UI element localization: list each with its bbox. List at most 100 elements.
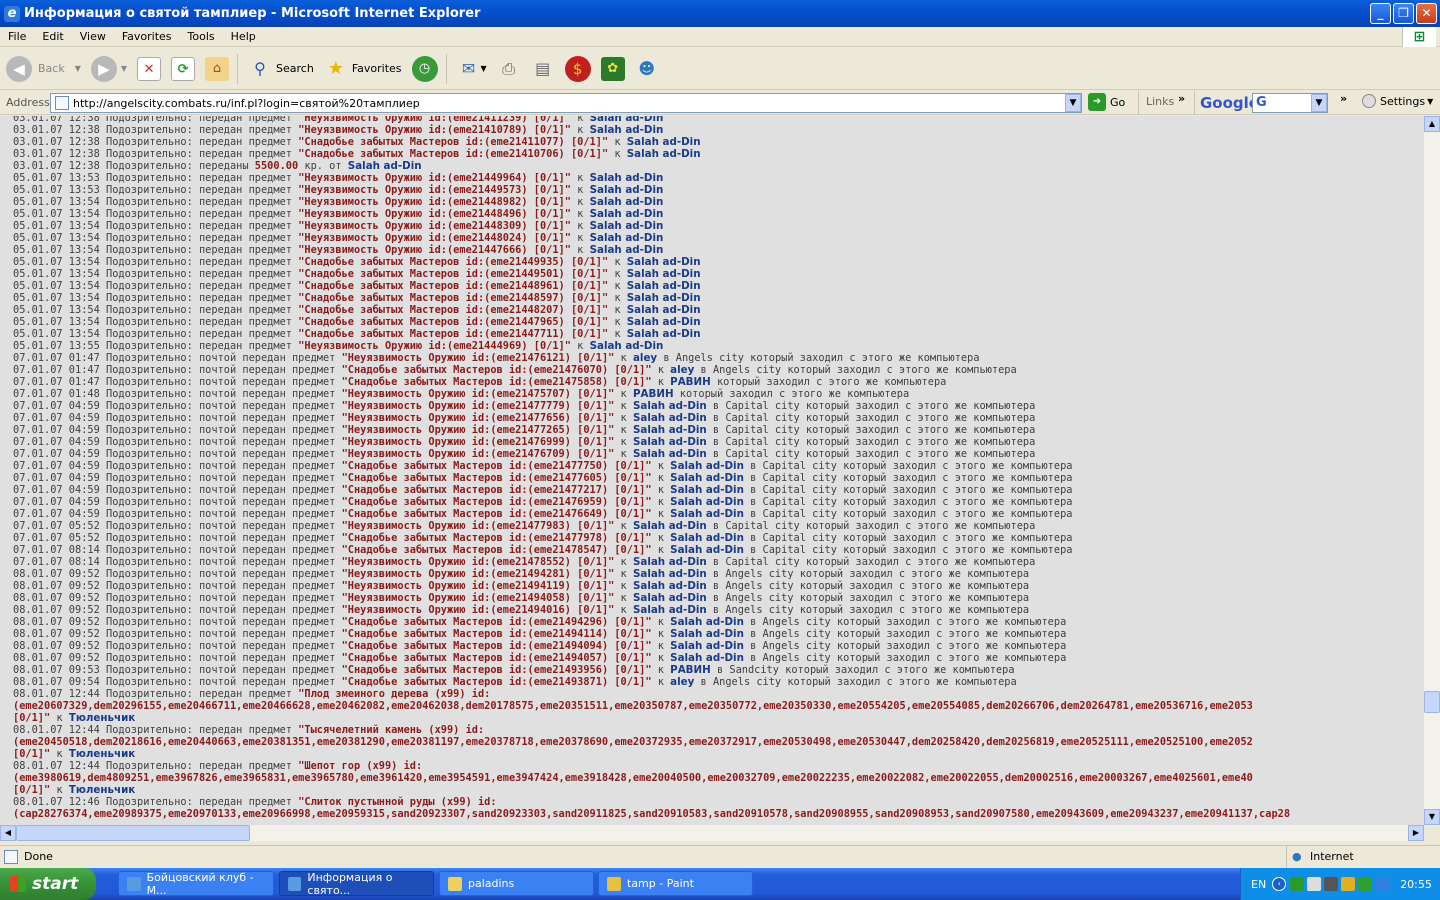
log-recipient-link[interactable]: Salah ad-Din bbox=[627, 280, 701, 292]
log-recipient-link[interactable]: Salah ad-Din bbox=[590, 232, 664, 244]
vertical-scrollbar[interactable]: ▲ ▼ bbox=[1424, 116, 1440, 825]
menu-view[interactable]: View bbox=[72, 27, 114, 47]
menu-file[interactable]: File bbox=[0, 27, 34, 47]
log-recipient-link[interactable]: Salah ad-Din bbox=[633, 436, 707, 448]
log-recipient-link[interactable]: Salah ad-Din bbox=[670, 508, 744, 520]
scroll-right-button[interactable]: ▶ bbox=[1408, 825, 1424, 841]
menu-edit[interactable]: Edit bbox=[34, 27, 71, 47]
address-dropdown-button[interactable]: ▼ bbox=[1065, 94, 1081, 112]
extension-button-1[interactable]: $ bbox=[561, 51, 595, 87]
menu-favorites[interactable]: Favorites bbox=[114, 27, 180, 47]
scroll-left-button[interactable]: ◀ bbox=[0, 825, 16, 841]
tray-network-icon[interactable] bbox=[1324, 877, 1339, 891]
horizontal-scrollbar[interactable]: ◀ ▶ bbox=[0, 825, 1424, 841]
task-button-paladins[interactable]: paladins bbox=[439, 871, 594, 896]
task-button-paint[interactable]: tamp - Paint bbox=[598, 871, 753, 896]
maximize-button[interactable]: ❐ bbox=[1393, 3, 1414, 24]
edit-button[interactable]: ▤ bbox=[527, 51, 559, 87]
log-recipient-link[interactable]: Salah ad-Din bbox=[670, 628, 744, 640]
log-recipient-link[interactable]: Salah ad-Din bbox=[670, 616, 744, 628]
close-button[interactable]: ✕ bbox=[1416, 3, 1437, 24]
tray-pencil-icon[interactable] bbox=[1341, 877, 1356, 891]
tray-steam-icon[interactable] bbox=[1307, 877, 1322, 891]
links-button[interactable]: Links bbox=[1146, 95, 1174, 108]
log-recipient-link[interactable]: aley bbox=[633, 352, 657, 364]
vertical-scroll-thumb[interactable] bbox=[1424, 691, 1440, 713]
log-recipient-link[interactable]: Salah ad-Din bbox=[590, 220, 664, 232]
log-recipient-link[interactable]: aley bbox=[670, 676, 694, 688]
log-recipient-link[interactable]: Salah ad-Din bbox=[348, 160, 422, 172]
log-recipient-link[interactable]: Salah ad-Din bbox=[670, 532, 744, 544]
tray-green-icon[interactable] bbox=[1358, 877, 1373, 891]
history-button[interactable]: ◷ bbox=[408, 51, 442, 87]
menu-tools[interactable]: Tools bbox=[180, 27, 223, 47]
log-recipient-link[interactable]: aley bbox=[670, 364, 694, 376]
google-chevron-icon[interactable]: » bbox=[1340, 92, 1347, 105]
home-button[interactable]: ⌂ bbox=[201, 51, 233, 87]
log-recipient-link[interactable]: Salah ad-Din bbox=[590, 196, 664, 208]
start-button[interactable]: start bbox=[0, 868, 96, 900]
log-recipient-link[interactable]: Salah ad-Din bbox=[590, 244, 664, 256]
log-recipient-link[interactable]: Salah ad-Din bbox=[633, 568, 707, 580]
log-recipient-link[interactable]: Salah ad-Din bbox=[590, 172, 664, 184]
forward-button[interactable]: ▶ ▼ bbox=[87, 51, 131, 87]
tray-star-icon[interactable] bbox=[1375, 877, 1390, 891]
messenger-button[interactable]: ☻ bbox=[631, 51, 663, 87]
mail-button[interactable]: ✉ ▼ bbox=[453, 51, 491, 87]
tray-expand-icon[interactable]: ‹ bbox=[1272, 877, 1287, 891]
log-recipient-link[interactable]: Salah ad-Din bbox=[633, 556, 707, 568]
log-recipient-link[interactable]: Salah ad-Din bbox=[627, 328, 701, 340]
horizontal-scroll-thumb[interactable] bbox=[16, 825, 250, 841]
minimize-button[interactable]: _ bbox=[1370, 3, 1391, 24]
log-recipient-link[interactable]: Salah ad-Din bbox=[590, 116, 664, 124]
log-recipient-link[interactable]: РАВИН bbox=[670, 376, 711, 388]
log-recipient-link[interactable]: Salah ad-Din bbox=[670, 640, 744, 652]
log-recipient-link[interactable]: Salah ad-Din bbox=[590, 340, 664, 352]
log-recipient-link[interactable]: Тюленьчик bbox=[69, 748, 135, 760]
log-recipient-link[interactable]: Salah ad-Din bbox=[590, 208, 664, 220]
log-recipient-link[interactable]: Salah ad-Din bbox=[633, 520, 707, 532]
log-recipient-link[interactable]: Salah ad-Din bbox=[590, 184, 664, 196]
back-button[interactable]: ◀ Back ▼ bbox=[2, 51, 85, 87]
go-button[interactable]: ➜ Go bbox=[1088, 93, 1125, 111]
log-recipient-link[interactable]: Salah ad-Din bbox=[633, 604, 707, 616]
language-indicator[interactable]: EN bbox=[1251, 878, 1266, 891]
log-recipient-link[interactable]: РАВИН bbox=[633, 388, 674, 400]
log-recipient-link[interactable]: Salah ad-Din bbox=[670, 460, 744, 472]
log-recipient-link[interactable]: Salah ad-Din bbox=[670, 484, 744, 496]
log-recipient-link[interactable]: Salah ad-Din bbox=[633, 448, 707, 460]
refresh-button[interactable]: ⟳ bbox=[167, 51, 199, 87]
log-recipient-link[interactable]: РАВИН bbox=[670, 664, 711, 676]
tray-flower-icon[interactable] bbox=[1290, 877, 1305, 891]
settings-button[interactable]: Settings ▼ bbox=[1362, 94, 1433, 108]
task-button-info[interactable]: Информация о свято... bbox=[279, 871, 434, 897]
log-recipient-link[interactable]: Salah ad-Din bbox=[633, 412, 707, 424]
google-dropdown-button[interactable]: ▼ bbox=[1311, 94, 1327, 112]
log-recipient-link[interactable]: Тюленьчик bbox=[69, 712, 135, 724]
log-recipient-link[interactable]: Salah ad-Din bbox=[627, 256, 701, 268]
menu-help[interactable]: Help bbox=[223, 27, 264, 47]
log-recipient-link[interactable]: Salah ad-Din bbox=[590, 124, 664, 136]
extension-button-2[interactable]: ✿ bbox=[597, 51, 629, 87]
google-search-box[interactable]: G ▼ bbox=[1252, 93, 1328, 113]
log-recipient-link[interactable]: Тюленьчик bbox=[69, 784, 135, 796]
log-recipient-link[interactable]: Salah ad-Din bbox=[670, 496, 744, 508]
title-bar[interactable]: e Информация о святой тамплиер - Microso… bbox=[0, 0, 1440, 27]
log-recipient-link[interactable]: Salah ad-Din bbox=[633, 592, 707, 604]
address-input[interactable]: http://angelscity.combats.ru/inf.pl?logi… bbox=[50, 93, 1082, 113]
print-button[interactable]: ⎙ bbox=[493, 51, 525, 87]
log-recipient-link[interactable]: Salah ad-Din bbox=[633, 400, 707, 412]
links-chevron-icon[interactable]: » bbox=[1178, 92, 1185, 105]
log-recipient-link[interactable]: Salah ad-Din bbox=[633, 580, 707, 592]
scroll-up-button[interactable]: ▲ bbox=[1424, 116, 1440, 132]
search-button[interactable]: ⚲ Search bbox=[244, 51, 318, 87]
log-recipient-link[interactable]: Salah ad-Din bbox=[627, 148, 701, 160]
scroll-down-button[interactable]: ▼ bbox=[1424, 809, 1440, 825]
log-recipient-link[interactable]: Salah ad-Din bbox=[627, 316, 701, 328]
log-recipient-link[interactable]: Salah ad-Din bbox=[627, 268, 701, 280]
stop-button[interactable]: ✕ bbox=[133, 51, 165, 87]
log-recipient-link[interactable]: Salah ad-Din bbox=[670, 544, 744, 556]
log-recipient-link[interactable]: Salah ad-Din bbox=[627, 304, 701, 316]
log-recipient-link[interactable]: Salah ad-Din bbox=[627, 136, 701, 148]
favorites-button[interactable]: ★ Favorites bbox=[320, 51, 406, 87]
